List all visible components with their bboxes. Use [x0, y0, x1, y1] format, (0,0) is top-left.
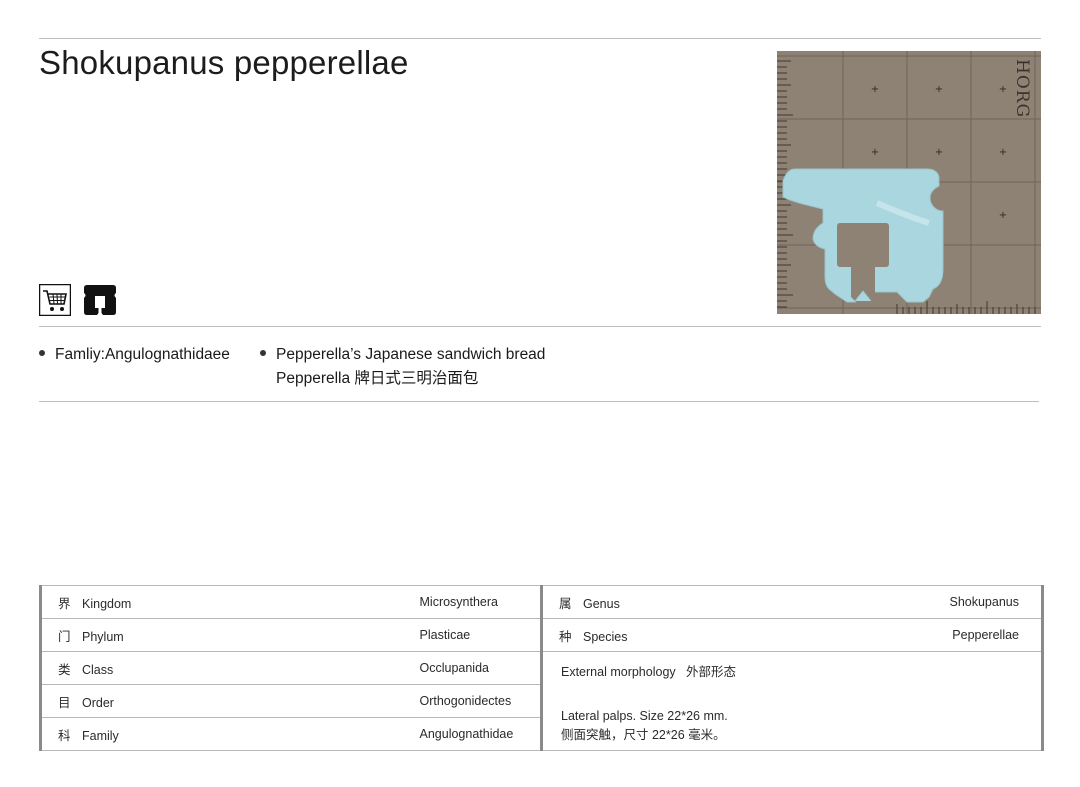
species-value: Pepperellae	[841, 618, 1044, 652]
family-label: 科 Family	[39, 717, 420, 751]
bullet-dot	[260, 350, 266, 356]
morphology-cell: External morphology 外部形态 Lateral palps. …	[540, 651, 1044, 751]
svg-text:+: +	[935, 147, 943, 158]
species-label: 种 Species	[540, 618, 842, 652]
family-value: Angulognathidae	[419, 717, 542, 751]
svg-text:+: +	[871, 147, 879, 158]
class-value: Occlupanida	[419, 651, 542, 685]
phylum-label: 门 Phylum	[39, 618, 420, 652]
top-rule	[39, 38, 1041, 39]
svg-text:+: +	[999, 84, 1007, 95]
shopping-cart-icon	[38, 283, 72, 317]
bullet-product-en: Pepperella’s Japanese sandwich bread	[276, 346, 546, 363]
svg-text:+: +	[999, 147, 1007, 158]
bullet-product: Pepperella’s Japanese sandwich bread Pep…	[260, 343, 545, 391]
bullet-bottom-rule	[39, 401, 1039, 402]
taxonomy-table: 界 Kingdom Microsynthera 属 Genus Shokupanus…	[39, 585, 1044, 751]
bullet-family: Famliy:Angulognathidaee	[39, 343, 230, 367]
phylum-value: Plasticae	[419, 618, 542, 652]
svg-text:+: +	[999, 210, 1007, 221]
morphology-desc-cn: 侧面突触，尺寸 22*26 毫米。	[561, 728, 726, 742]
class-label: 类 Class	[39, 651, 420, 685]
kingdom-value: Microsynthera	[419, 585, 542, 619]
kingdom-label: 界 Kingdom	[39, 585, 420, 619]
svg-text:+: +	[935, 84, 943, 95]
bullet-family-text: Famliy:Angulognathidaee	[55, 346, 230, 363]
mid-rule	[39, 326, 1041, 327]
bullet-dot	[39, 350, 45, 356]
icon-row	[38, 283, 116, 317]
scale-label: HORG	[1012, 59, 1032, 118]
table-row: 门 Phylum Plasticae 种 Species Pepperellae	[39, 618, 1044, 652]
table-row: 类 Class Occlupanida External morphology 外…	[39, 651, 1044, 751]
svg-text:+: +	[871, 84, 879, 95]
order-label: 目 Order	[39, 684, 420, 718]
morphology-desc-en: Lateral palps. Size 22*26 mm.	[561, 709, 728, 723]
bread-clip-icon	[83, 284, 116, 316]
genus-value: Shokupanus	[841, 585, 1044, 619]
bullet-product-cn: Pepperella 牌日式三明治面包	[276, 370, 479, 387]
morphology-title: External morphology 外部形态	[561, 665, 737, 679]
genus-label: 属 Genus	[540, 585, 842, 619]
table-row: 界 Kingdom Microsynthera 属 Genus Shokupanus	[39, 585, 1044, 619]
order-value: Orthogonidectes	[419, 684, 542, 718]
specimen-photo: + + + + + + + HORG	[777, 51, 1041, 314]
page-title: Shokupanus pepperellae	[39, 44, 409, 81]
